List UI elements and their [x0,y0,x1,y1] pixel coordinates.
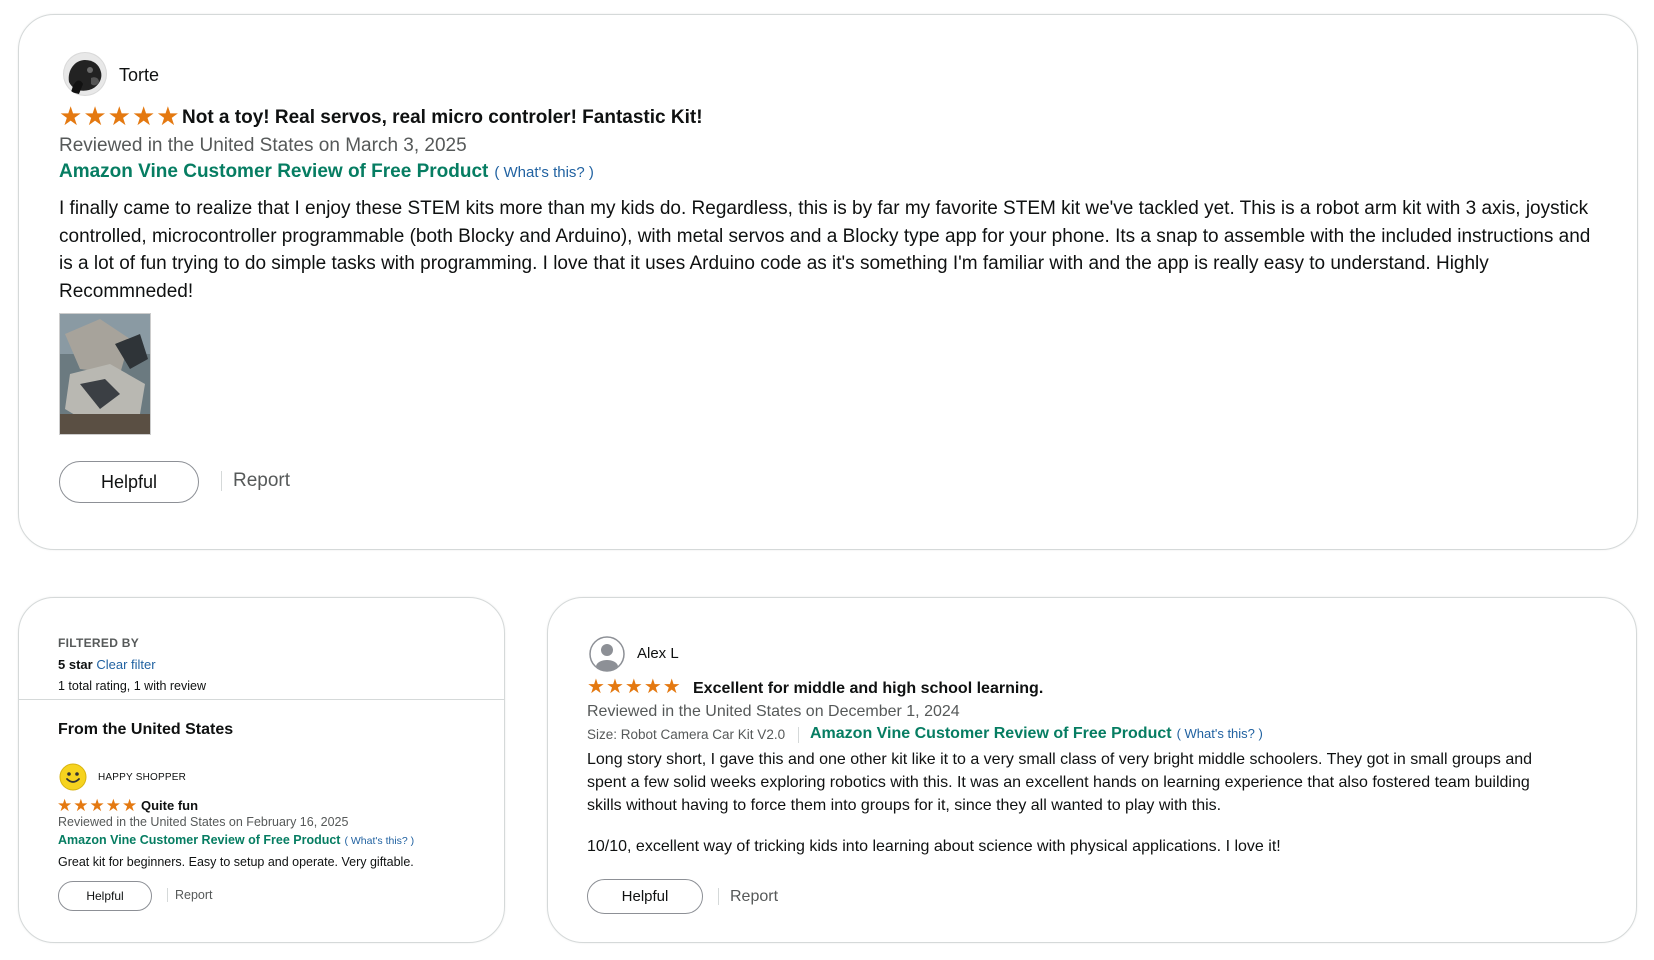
star-icon: ★ [73,796,89,815]
star-icon: ★ [83,101,107,131]
reviewer-name[interactable]: Alex L [637,645,679,662]
star-icon: ★ [107,101,131,131]
helpful-button[interactable]: Helpful [58,881,152,911]
divider [798,727,799,743]
vine-label: Amazon Vine Customer Review of Free Prod… [58,833,341,847]
review-card-torte: Torte ★ ★ ★ ★ ★ Not a toy! Real servos, real… [18,14,1638,550]
report-link[interactable]: Report [175,888,213,902]
star-rating[interactable]: ★ ★ ★ ★ ★ [57,797,137,814]
divider [221,471,222,491]
star-rating[interactable]: ★ ★ ★ ★ ★ [587,677,681,697]
star-rating[interactable]: ★ ★ ★ ★ ★ [59,103,180,129]
divider [167,888,168,902]
vine-badge: Amazon Vine Customer Review of Free Prod… [810,725,1263,743]
report-link[interactable]: Report [233,470,290,492]
review-title[interactable]: Quite fun [141,798,198,813]
review-date: Reviewed in the United States on March 3… [59,135,467,156]
vine-label: Amazon Vine Customer Review of Free Prod… [59,161,489,182]
whats-this-link[interactable]: ( What's this? ) [494,164,594,181]
section-heading: From the United States [58,721,234,738]
review-title[interactable]: Not a toy! Real servos, real micro contr… [182,107,703,129]
star-icon: ★ [89,796,105,815]
product-size-label[interactable]: Size: Robot Camera Car Kit V2.0 [587,727,785,742]
vine-label: Amazon Vine Customer Review of Free Prod… [810,725,1172,742]
review-title[interactable]: Excellent for middle and high school lea… [693,680,1043,698]
filtered-by-label: FILTERED BY [58,636,140,650]
star-icon: ★ [662,676,681,698]
vine-badge: Amazon Vine Customer Review of Free Prod… [59,161,594,183]
reviewer-name[interactable]: HAPPY SHOPPER [98,772,186,783]
star-icon: ★ [624,676,643,698]
star-icon: ★ [605,676,624,698]
default-avatar-icon[interactable] [589,636,625,672]
star-icon: ★ [131,101,156,131]
star-icon: ★ [156,101,180,131]
review-date: Reviewed in the United States on Decembe… [587,703,960,720]
filter-row: 5 star Clear filter [58,657,156,672]
star-icon: ★ [105,796,121,815]
review-body: I finally came to realize that I enjoy t… [59,198,1591,302]
star-icon: ★ [587,676,605,698]
star-icon: ★ [643,676,662,698]
clear-filter-link[interactable]: Clear filter [96,657,155,672]
whats-this-link[interactable]: ( What's this? ) [1177,726,1263,741]
filtered-review-panel: FILTERED BY 5 star Clear filter 1 total … [18,597,505,943]
avatar[interactable] [63,52,107,96]
star-icon: ★ [57,796,73,815]
filter-value: 5 star [58,657,93,672]
smiley-avatar-icon[interactable] [59,763,87,791]
reviewer-name[interactable]: Torte [119,65,159,86]
review-photo-thumbnail[interactable] [59,313,151,435]
whats-this-link[interactable]: ( What's this? ) [344,835,414,847]
divider [718,888,719,905]
helpful-button[interactable]: Helpful [587,879,703,914]
star-icon: ★ [122,796,138,815]
star-icon: ★ [59,101,83,131]
review-body-paragraph-2: 10/10, excellent way of tricking kids in… [587,838,1281,855]
vine-badge: Amazon Vine Customer Review of Free Prod… [58,833,414,847]
review-date: Reviewed in the United States on Februar… [58,815,349,829]
rating-totals: 1 total rating, 1 with review [58,679,206,693]
helpful-button[interactable]: Helpful [59,461,199,503]
divider [19,699,504,700]
review-body: Long story short, I gave this and one ot… [587,751,1533,814]
review-body: Great kit for beginners. Easy to setup a… [58,855,414,869]
report-link[interactable]: Report [730,888,778,906]
review-card-alex: Alex L ★ ★ ★ ★ ★ Excellent for middle and hi… [547,597,1637,943]
